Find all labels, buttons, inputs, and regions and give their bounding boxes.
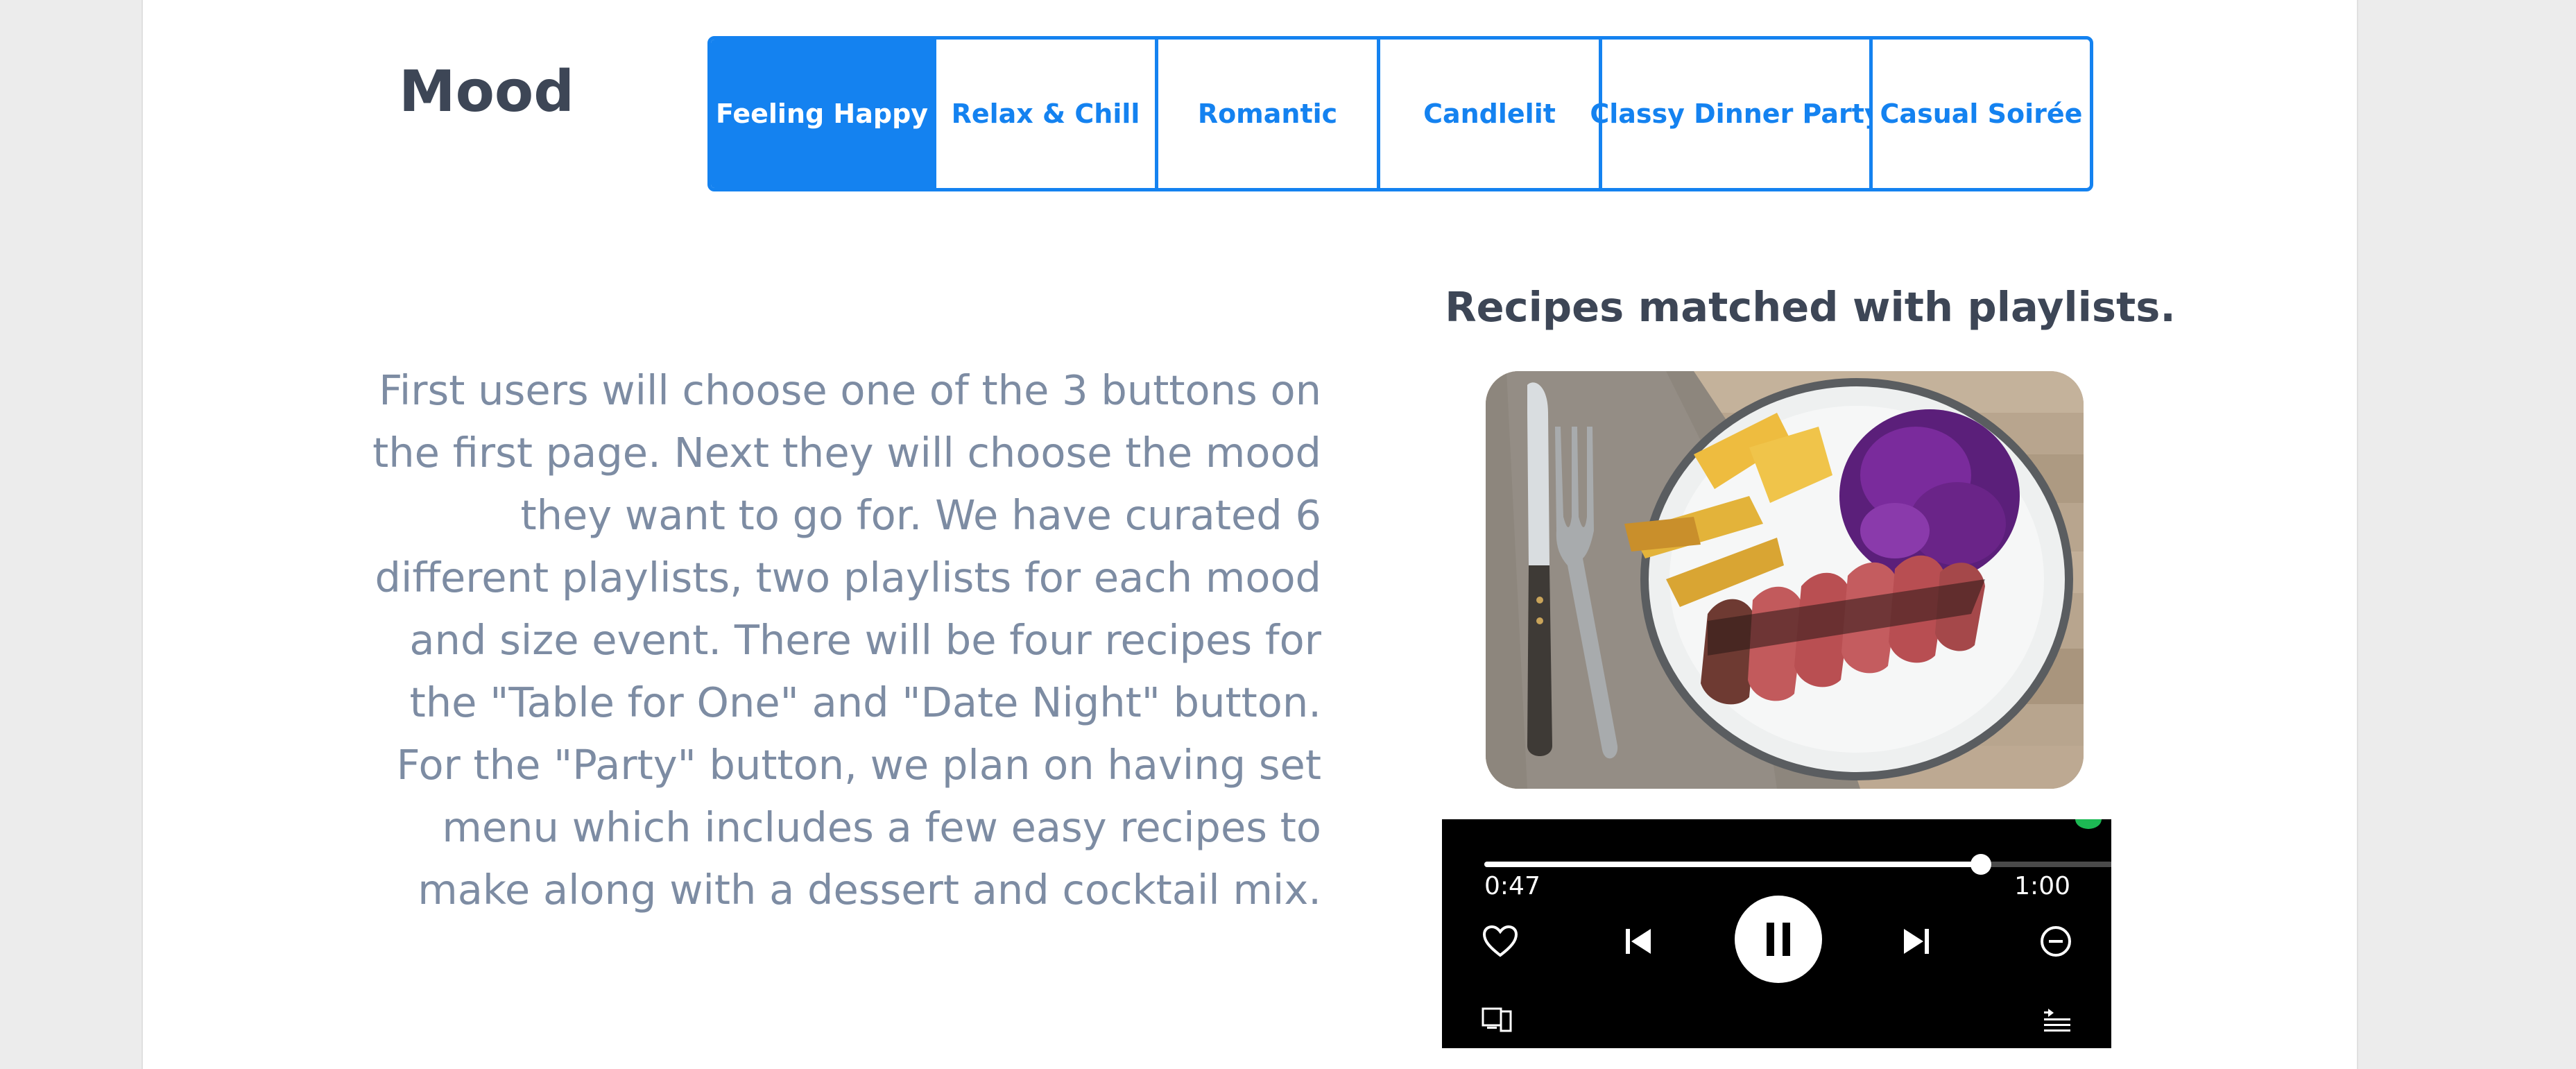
connect-device-icon[interactable] [1480,1002,1515,1037]
mood-tab-group: Feeling Happy Relax & Chill Romantic Can… [707,36,2093,191]
progress-fill [1484,862,1982,867]
heart-icon[interactable] [1481,922,1520,961]
total-time: 1:00 [2014,872,2070,900]
music-player: 0:47 1:00 [1442,819,2111,1048]
tab-candlelit[interactable]: Candlelit [1380,40,1602,188]
tab-romantic[interactable]: Romantic [1158,40,1380,188]
tab-classy-dinner-party[interactable]: Classy Dinner Party [1590,40,1882,188]
progress-knob[interactable] [1970,854,1992,875]
description-paragraph: First users will choose one of the 3 but… [372,366,1321,914]
tab-feeling-happy[interactable]: Feeling Happy [711,40,936,188]
queue-icon[interactable] [2040,1002,2075,1037]
tab-relax-chill[interactable]: Relax & Chill [936,40,1158,188]
tab-casual-soiree[interactable]: Casual Soirée [1873,40,2090,188]
pause-icon[interactable] [1735,896,1822,983]
next-icon[interactable] [1897,922,1936,961]
minus-circle-icon[interactable] [2036,922,2075,961]
recipes-heading: Recipes matched with playlists. [1445,283,2176,331]
elapsed-time: 0:47 [1484,872,1540,900]
mood-heading: Mood [399,59,574,125]
progress-bar[interactable] [1484,854,2111,875]
spotify-indicator [2075,819,2102,829]
steak-dinner-image [1486,371,2084,789]
previous-icon[interactable] [1619,922,1658,961]
